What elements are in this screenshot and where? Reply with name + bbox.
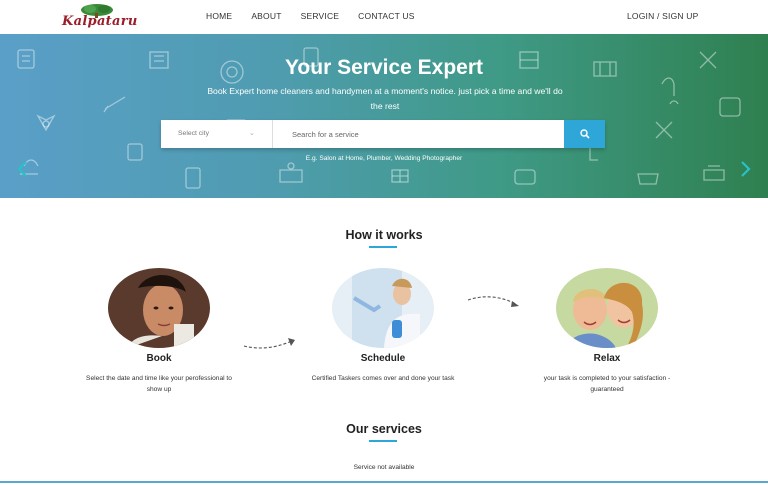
nav-contact[interactable]: CONTACT US bbox=[358, 11, 414, 21]
chevron-down-icon: ⌄ bbox=[249, 130, 255, 137]
step-book-desc: Select the date and time like your perof… bbox=[86, 375, 232, 393]
search-icon bbox=[579, 128, 590, 139]
login-signup-link[interactable]: LOGIN / SIGN UP bbox=[627, 11, 699, 21]
hero-banner: Your Service Expert Book Expert home cle… bbox=[0, 34, 768, 198]
search-hint: E.g. Salon at Home, Plumber, Wedding Pho… bbox=[305, 155, 463, 162]
search-bar: Select city ⌄ bbox=[161, 120, 605, 148]
brand-logo[interactable]: Kalpataru bbox=[62, 4, 138, 30]
services-empty-message: Service not available bbox=[353, 464, 415, 471]
brand-name: Kalpataru bbox=[62, 14, 138, 29]
hero-subtitle: Book Expert home cleaners and handymen a… bbox=[207, 86, 563, 111]
book-image bbox=[108, 268, 210, 348]
step-schedule-desc: Certified Taskers comes over and done yo… bbox=[311, 375, 455, 382]
step-book-title: Book bbox=[146, 353, 172, 364]
footer-divider bbox=[0, 481, 768, 483]
site-header: Kalpataru HOME ABOUT SERVICE CONTACT US … bbox=[0, 0, 768, 34]
how-it-works-title: How it works bbox=[345, 228, 423, 242]
chevron-left-icon[interactable] bbox=[16, 160, 30, 178]
hero-title: Your Service Expert bbox=[284, 56, 484, 79]
main-nav: HOME ABOUT SERVICE CONTACT US bbox=[206, 11, 434, 21]
step-relax-title: Relax bbox=[593, 353, 621, 364]
search-button[interactable] bbox=[564, 120, 605, 148]
chevron-right-icon[interactable] bbox=[738, 160, 752, 178]
title-underline bbox=[369, 246, 397, 248]
relax-image bbox=[556, 268, 658, 348]
our-services-title: Our services bbox=[346, 422, 422, 436]
dashed-arrow-icon bbox=[467, 296, 519, 307]
dashed-arrow-icon bbox=[243, 338, 295, 349]
step-schedule-title: Schedule bbox=[360, 353, 406, 364]
city-select-label: Select city bbox=[178, 130, 209, 137]
nav-about[interactable]: ABOUT bbox=[251, 11, 281, 21]
title-underline bbox=[369, 440, 397, 442]
nav-service[interactable]: SERVICE bbox=[301, 11, 340, 21]
city-select[interactable]: Select city ⌄ bbox=[161, 120, 273, 148]
nav-home[interactable]: HOME bbox=[206, 11, 232, 21]
schedule-image bbox=[332, 268, 434, 348]
step-relax-desc: your task is completed to your satisfact… bbox=[543, 375, 671, 393]
service-search-input[interactable] bbox=[274, 120, 564, 148]
